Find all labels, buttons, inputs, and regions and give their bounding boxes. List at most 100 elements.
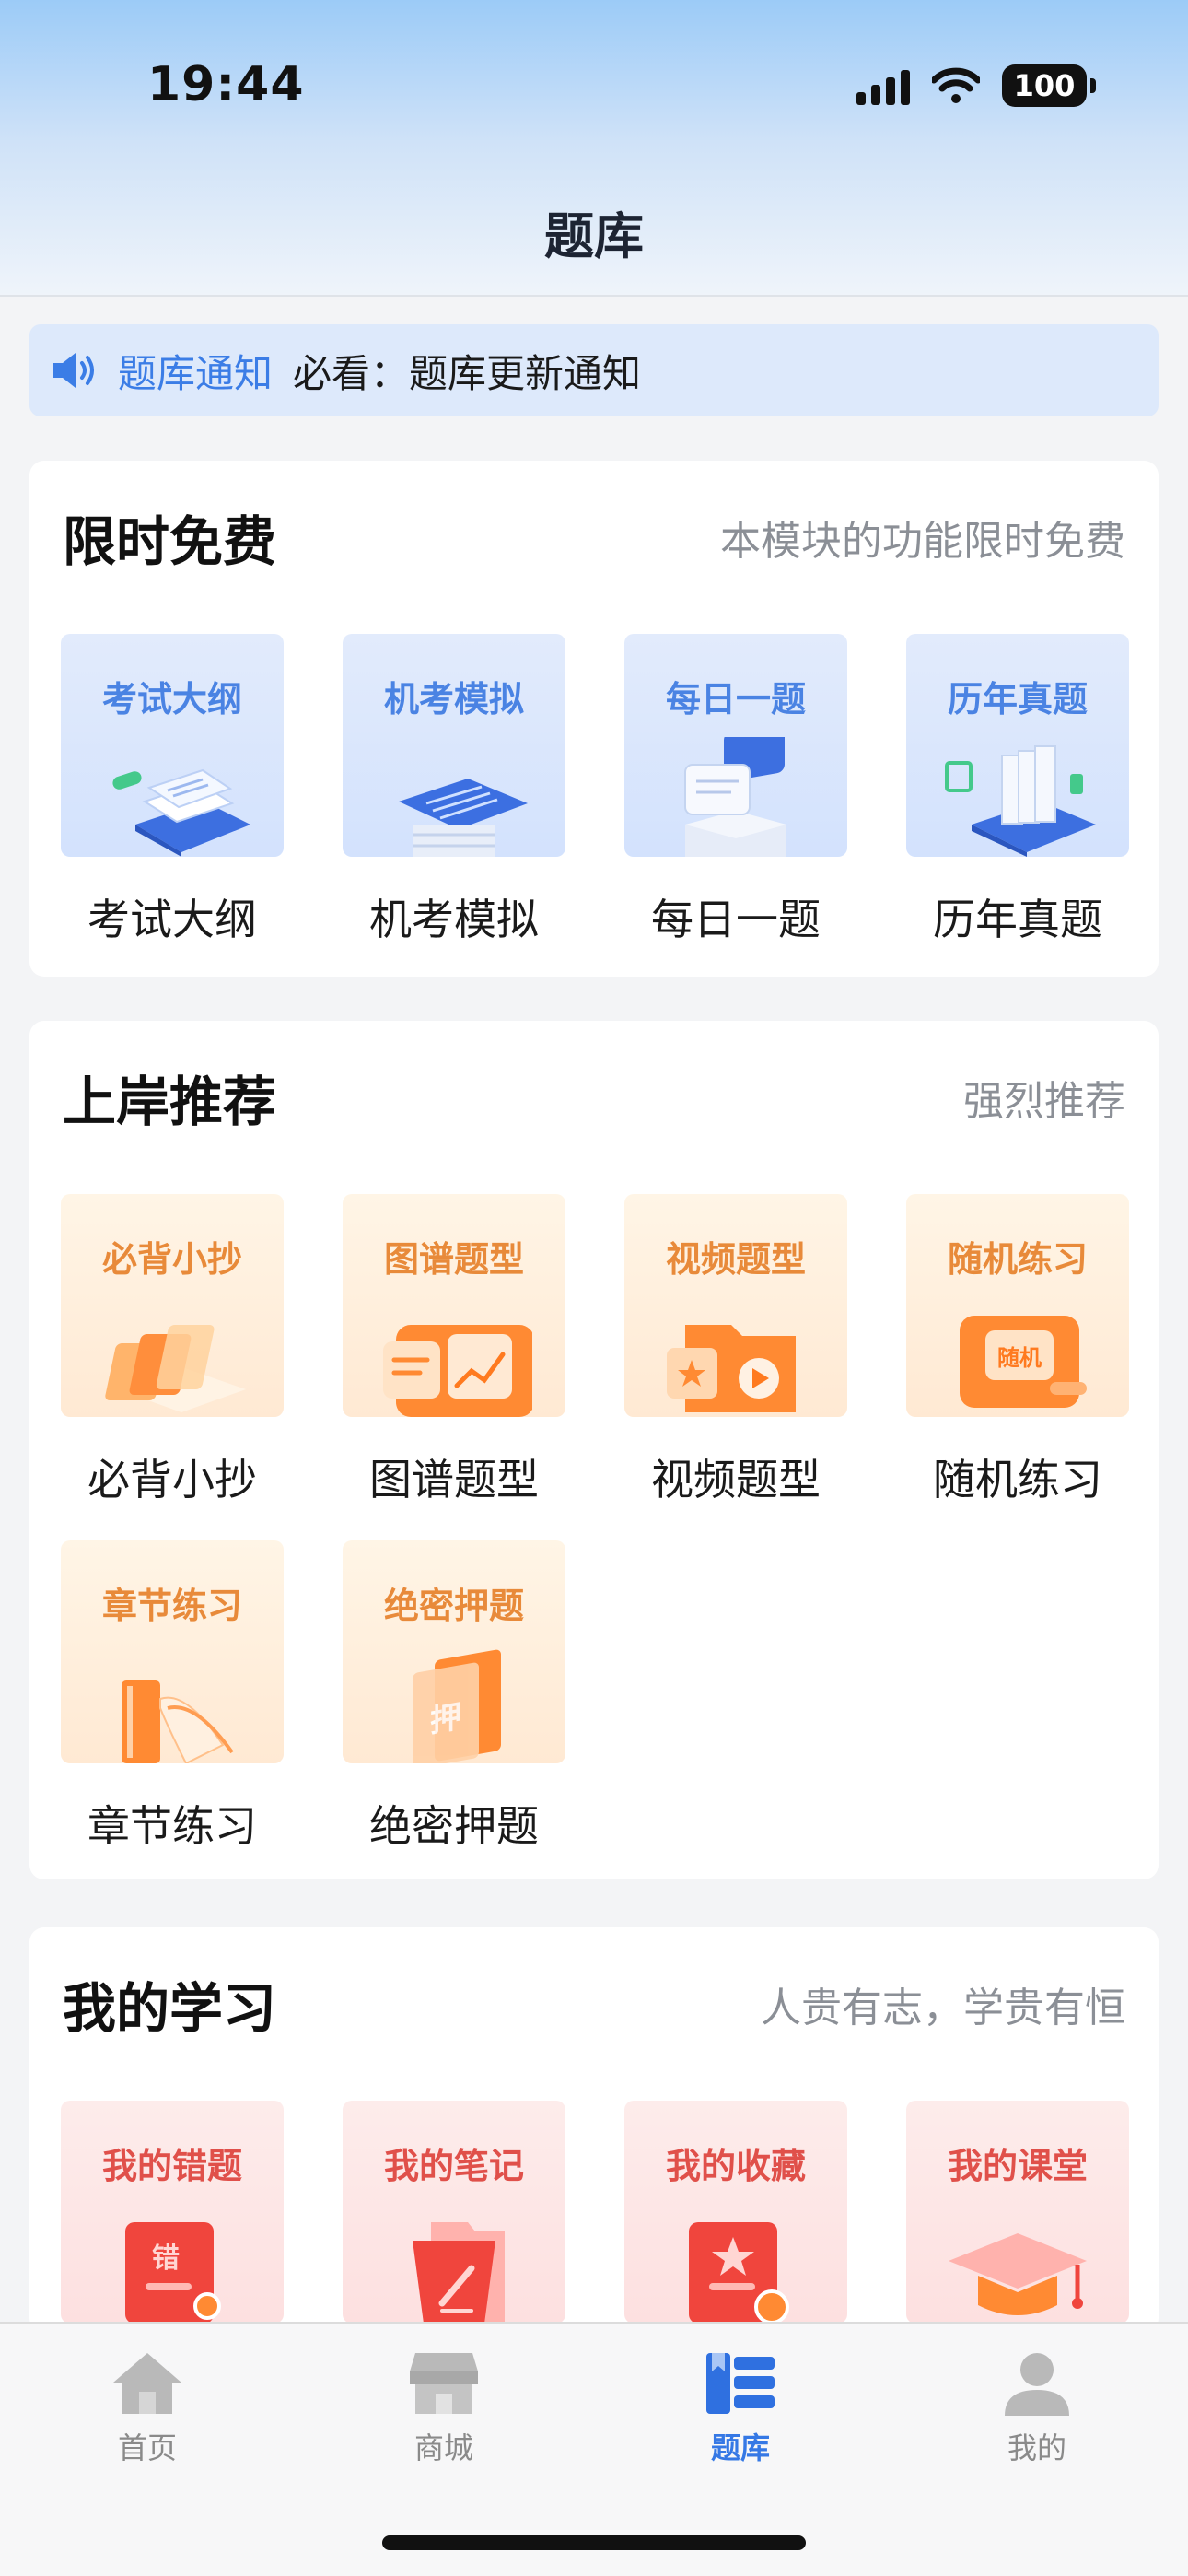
notice-text[interactable]: 必看：题库更新通知 [293,343,641,399]
tile-my-wrong-answers[interactable]: 我的错题 错 [61,2101,284,2324]
chart-board-icon [383,1325,532,1417]
tile-chart-question-type[interactable]: 图谱题型 图谱题型 [343,1194,565,1507]
tile-badge: 随机练习 [947,1239,1088,1280]
tab-home[interactable]: 首页 [55,2349,239,2467]
tile-badge: 每日一题 [665,679,806,720]
tile-exam-outline[interactable]: 考试大纲 考试大纲 [61,634,284,947]
tile-random-practice[interactable]: 随机练习 随机 随机练习 [906,1194,1129,1507]
tile-my-favorites[interactable]: 我的收藏 [624,2101,847,2324]
tile-video-question-type[interactable]: 视频题型 视频题型 [624,1194,847,1507]
tile-badge: 我的错题 [101,2146,242,2186]
documents-stack-icon [112,768,250,857]
tab-label: 商城 [413,2430,473,2465]
notice-bar[interactable]: 题库通知 必看：题库更新通知 [29,324,1159,416]
tile-past-papers[interactable]: 历年真题 历年真题 [906,634,1129,947]
tile-label: 考试大纲 [87,895,257,944]
status-icons: 100 [856,64,1096,107]
tile-my-classroom[interactable]: 我的课堂 [906,2101,1129,2324]
tile-label: 随机练习 [933,1455,1102,1505]
tile-secret-predicted-questions[interactable]: 绝密押题 押 绝密押题 [343,1540,565,1854]
graduation-cap-icon [949,2233,1087,2315]
tile-badge: 章节练习 [101,1586,242,1626]
chat-bubbles-icon [684,737,786,857]
cards-stack-icon [105,1325,246,1412]
tile-image: 随机练习 随机 [906,1194,1129,1417]
tile-daily-question[interactable]: 每日一题 每日一题 [624,634,847,947]
exam-paper-icon [399,779,528,857]
status-time: 19:44 [147,57,305,112]
tab-label: 我的 [1007,2430,1066,2465]
tile-image: 我的笔记 [343,2101,565,2324]
section-title: 我的学习 [63,1977,277,2040]
tile-label: 机考模拟 [369,895,539,944]
dice-box-icon: 随机 [939,1297,1096,1417]
tab-store[interactable]: 商城 [352,2349,536,2467]
section-free: 限时免费 本模块的功能限时免费 考试大纲 考试大纲 机考模拟 机考模拟 每日一题… [29,461,1159,977]
home-indicator[interactable] [382,2535,806,2550]
header: 19:44 100 题库 [0,0,1188,297]
section-title: 上岸推荐 [63,1071,277,1133]
tile-image: 我的错题 错 [61,2101,284,2324]
tile-label: 绝密押题 [369,1801,539,1851]
tile-label: 必背小抄 [87,1455,257,1505]
notice-tag: 题库通知 [118,350,274,396]
section-subtitle: 人贵有志，学贵有恒 [761,1985,1125,2032]
tile-image: 图谱题型 [343,1194,565,1417]
tile-label: 历年真题 [933,895,1102,944]
tile-image: 机考模拟 [343,634,565,857]
notes-folder-icon [413,2222,505,2324]
tile-badge: 我的课堂 [947,2146,1088,2186]
tile-badge: 我的笔记 [383,2146,524,2186]
tab-question-bank[interactable]: 题库 [648,2349,833,2467]
tile-badge: 必背小抄 [101,1239,242,1280]
speaker-icon [53,353,94,388]
tab-profile[interactable]: 我的 [945,2349,1129,2467]
tile-image: 绝密押题 押 [343,1540,565,1763]
tile-badge: 考试大纲 [101,679,242,720]
tile-image: 我的收藏 [624,2101,847,2324]
tile-image: 考试大纲 [61,634,284,857]
tile-badge: 绝密押题 [383,1586,524,1626]
tile-label: 视频题型 [651,1455,821,1505]
tile-image: 每日一题 [624,634,847,857]
sealed-folder-icon: 押 [376,1644,532,1763]
favorites-book-icon [689,2222,789,2324]
tile-chapter-practice[interactable]: 章节练习 章节练习 [61,1540,284,1854]
tile-image: 视频题型 [624,1194,847,1417]
tile-badge: 视频题型 [665,1239,806,1280]
tile-label: 图谱题型 [369,1455,539,1505]
tab-label: 首页 [117,2430,177,2465]
question-bank-icon [706,2353,775,2414]
tile-must-memorize-notes[interactable]: 必背小抄 必背小抄 [61,1194,284,1507]
section-title: 限时免费 [63,510,277,573]
tile-badge: 历年真题 [947,679,1088,720]
tile-badge: 我的收藏 [665,2146,806,2186]
section-subtitle: 本模块的功能限时免费 [720,518,1125,565]
question-bank-page: 19:44 100 题库 题库通知 必看：题库更新通知 限时免费 本模块的功能限 [0,0,1188,2576]
error-book-icon: 错 [94,2204,250,2324]
tile-image: 必背小抄 [61,1194,284,1417]
tile-my-notes[interactable]: 我的笔记 [343,2101,565,2324]
open-books-icon [122,1680,234,1763]
tile-image: 历年真题 [906,634,1129,857]
tab-label: 题库 [710,2430,770,2465]
file-folders-icon [945,745,1096,857]
tile-image: 章节练习 [61,1540,284,1763]
profile-icon [1005,2353,1069,2416]
tile-image: 我的课堂 [906,2101,1129,2324]
wifi-icon [932,67,980,103]
section-my-study: 我的学习 人贵有志，学贵有恒 我的错题 错 我的笔记 我的收藏 我的课堂 [29,1927,1159,2333]
tile-computer-mock-exam[interactable]: 机考模拟 机考模拟 [343,634,565,947]
section-subtitle: 强烈推荐 [963,1078,1125,1125]
tile-badge: 机考模拟 [383,679,524,720]
page-title: 题库 [544,207,644,265]
battery-icon: 100 [1002,64,1096,107]
tile-label: 章节练习 [87,1801,257,1851]
video-folder-icon [667,1325,796,1412]
store-icon [410,2353,478,2414]
tile-label: 每日一题 [651,895,821,944]
section-recommended: 上岸推荐 强烈推荐 必背小抄 必背小抄 图谱题型 图谱题型 视频题型 视频题型 … [29,1021,1159,1879]
tile-badge: 图谱题型 [383,1239,524,1280]
home-icon [113,2353,181,2414]
cellular-signal-icon [856,66,910,105]
